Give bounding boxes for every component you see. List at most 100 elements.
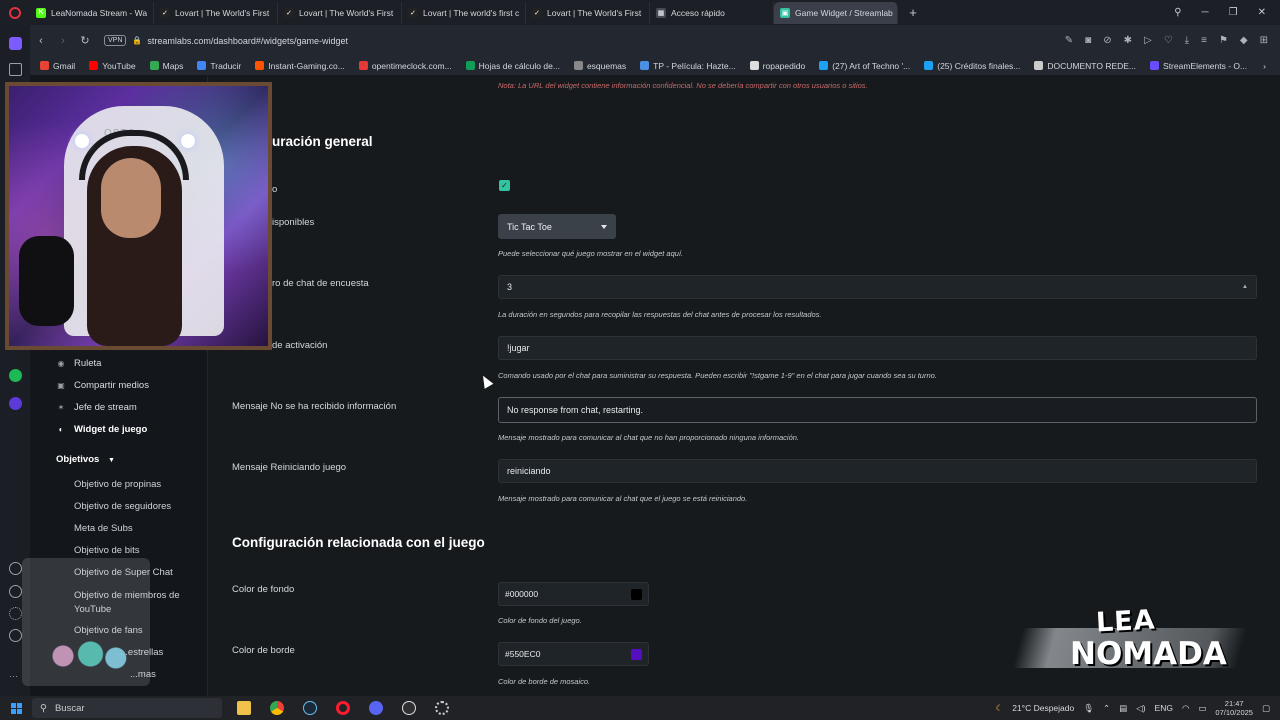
background-color-swatch[interactable] — [631, 588, 642, 600]
notifications-icon[interactable]: ▢ — [1262, 703, 1270, 714]
play-icon[interactable]: ▷ — [1144, 35, 1152, 46]
adblock-icon[interactable]: ⊘ — [1103, 35, 1111, 46]
vpn-icon[interactable]: ◆ — [1240, 35, 1248, 46]
language-indicator[interactable]: ENG — [1155, 703, 1173, 713]
sidebar-goal-tips[interactable]: Objetivo de propinas — [74, 479, 161, 490]
browser-tab[interactable]: ✓ Lovart | The World's First — [154, 1, 278, 24]
taskbar-clock[interactable]: 21:47 07/10/2025 — [1215, 699, 1253, 717]
battery-icon[interactable]: ▭ — [1198, 703, 1206, 714]
maximize-icon[interactable]: ❐ — [1229, 7, 1238, 18]
sidebar-item-compartir-medios[interactable]: ▣ Compartir medios — [56, 380, 149, 391]
bookmark-item[interactable]: (27) Art of Techno '... — [819, 61, 910, 71]
player-icon[interactable] — [9, 397, 22, 410]
caret-down-icon — [601, 224, 607, 229]
stepper-icon[interactable]: ▲ — [1242, 284, 1248, 290]
extension-icon[interactable]: ✱ — [1124, 35, 1132, 46]
taskbar-search[interactable]: ⚲ Buscar — [32, 698, 222, 718]
browser-tab[interactable]: ✓ Lovart | The World's First — [526, 1, 650, 24]
enabled-checkbox[interactable]: ✓ — [499, 180, 510, 191]
settings-rail-icon[interactable] — [9, 607, 22, 620]
minimize-icon[interactable]: ─ — [1202, 7, 1209, 18]
forward-icon[interactable]: › — [52, 35, 74, 47]
bookmark-item[interactable]: YouTube — [89, 61, 136, 71]
bookmark-item[interactable]: DOCUMENTO REDE... — [1034, 61, 1136, 71]
spotify-icon[interactable] — [9, 369, 22, 382]
history-icon[interactable] — [9, 585, 22, 598]
sidebar-item-ruleta[interactable]: ◉ Ruleta — [56, 358, 102, 369]
home-outline-icon[interactable] — [9, 63, 22, 76]
bookmark-item[interactable]: StreamElements - O... — [1150, 61, 1247, 71]
border-color-help: Color de borde de mosaico. — [498, 677, 591, 686]
activation-command-input[interactable]: !jugar — [498, 336, 1257, 360]
sidebar-goal-bits[interactable]: Objetivo de bits — [74, 545, 139, 556]
bookmark-item[interactable]: esquemas — [573, 61, 626, 71]
sidebar-goal-subs[interactable]: Meta de Subs — [74, 523, 133, 534]
close-icon[interactable]: ✕ — [1258, 7, 1266, 18]
settings-app-icon[interactable] — [431, 699, 453, 717]
tray-chevron-icon[interactable]: ⌃ — [1103, 703, 1110, 714]
game-select[interactable]: Tic Tac Toe — [498, 214, 616, 239]
border-color-input[interactable]: #550EC0 — [498, 642, 649, 666]
home-icon[interactable] — [9, 37, 22, 50]
opera-logo-icon[interactable] — [0, 0, 30, 25]
new-tab-button[interactable]: + — [904, 4, 922, 22]
search-tabs-icon[interactable]: ⚲ — [1174, 7, 1181, 18]
browser-tab[interactable]: ✓ Lovart | The World's First — [278, 1, 402, 24]
edit-icon[interactable]: ✎ — [1065, 35, 1073, 46]
browser-tab[interactable]: K LeaNomada Stream - Wa — [30, 1, 154, 24]
microphone-icon[interactable]: 🎙 — [1083, 703, 1094, 714]
browser-tab[interactable]: ▦ Acceso rápido — [650, 1, 774, 24]
browser-tab[interactable]: ▣ Game Widget / Streamlab — [774, 1, 898, 24]
settings-icon[interactable]: ⊞ — [1260, 35, 1268, 46]
network-icon[interactable]: ▤ — [1119, 703, 1127, 714]
bookmark-favicon-icon — [640, 61, 650, 70]
volume-icon[interactable]: ◁) — [1136, 703, 1145, 714]
bookmark-item[interactable]: opentimeclock.com... — [358, 61, 452, 71]
browser-tab[interactable]: ✓ Lovart | The world's first c — [402, 1, 526, 24]
download-icon[interactable]: ⤓ — [1185, 35, 1189, 46]
bookmark-icon[interactable]: ⚑ — [1219, 35, 1228, 46]
tips-icon[interactable] — [9, 629, 22, 642]
camera-icon[interactable]: ◙ — [1085, 35, 1091, 46]
border-color-swatch[interactable] — [631, 648, 642, 660]
bookmark-item[interactable]: Instant-Gaming.co... — [255, 61, 345, 71]
reload-icon[interactable]: ↻ — [74, 34, 96, 47]
tab-label: LeaNomada Stream - Wa — [51, 7, 148, 18]
sidebar-item-jefe-de-stream[interactable]: ✶ Jefe de stream — [56, 402, 137, 413]
discord-icon[interactable] — [365, 699, 387, 717]
heart-rail-icon[interactable] — [9, 562, 22, 575]
bookmark-item[interactable]: (25) Créditos finales... — [924, 61, 1020, 71]
restart-message-help: Mensaje mostrado para comunicar al chat … — [498, 494, 748, 503]
weather-text[interactable]: 21°C Despejado — [1012, 703, 1074, 713]
url-field[interactable]: VPN 🔒 streamlabs.com/dashboard#/widgets/… — [104, 30, 348, 52]
bookmark-item[interactable]: Traducir — [197, 61, 241, 71]
sidebar-goals-header[interactable]: Objetivos ▼ — [56, 454, 115, 465]
bookmark-item[interactable]: Hojas de cálculo de... — [465, 61, 560, 71]
bookmark-favicon-icon — [465, 61, 475, 70]
menu-icon[interactable]: ≡ — [1201, 35, 1207, 46]
wifi-icon[interactable]: ◠ — [1182, 703, 1189, 714]
headset-light-left — [75, 134, 89, 148]
chrome-icon[interactable] — [266, 699, 288, 717]
opera-icon[interactable] — [332, 699, 354, 717]
sidebar-item-widget-de-juego[interactable]: ◐ Widget de juego — [56, 424, 148, 435]
back-icon[interactable]: ‹ — [30, 35, 52, 47]
vpn-badge[interactable]: VPN — [104, 35, 127, 46]
steam-icon[interactable] — [299, 699, 321, 717]
background-color-input[interactable]: #000000 — [498, 582, 649, 606]
bookmark-item[interactable]: ropapedido — [749, 61, 805, 71]
bookmark-item[interactable]: TP - Película: Hazte... — [640, 61, 736, 71]
heart-icon[interactable]: ♡ — [1164, 35, 1173, 46]
bookmark-item[interactable]: Gmail — [40, 61, 75, 71]
more-icon[interactable]: ··· — [9, 671, 22, 684]
bookmarks-overflow-icon[interactable]: › — [1263, 61, 1280, 71]
no-response-input[interactable]: No response from chat, restarting. — [498, 397, 1257, 423]
chat-timer-input[interactable]: 3 ▲ — [498, 275, 1257, 299]
obs-icon[interactable] — [398, 699, 420, 717]
sidebar-goal-followers[interactable]: Objetivo de seguidores — [74, 501, 171, 512]
chat-timer-label: ro de chat de encuesta — [272, 278, 369, 289]
file-explorer-icon[interactable] — [233, 699, 255, 717]
restart-message-input[interactable]: reiniciando — [498, 459, 1257, 483]
bookmark-item[interactable]: Maps — [149, 61, 183, 71]
windows-start-icon[interactable] — [0, 702, 32, 714]
